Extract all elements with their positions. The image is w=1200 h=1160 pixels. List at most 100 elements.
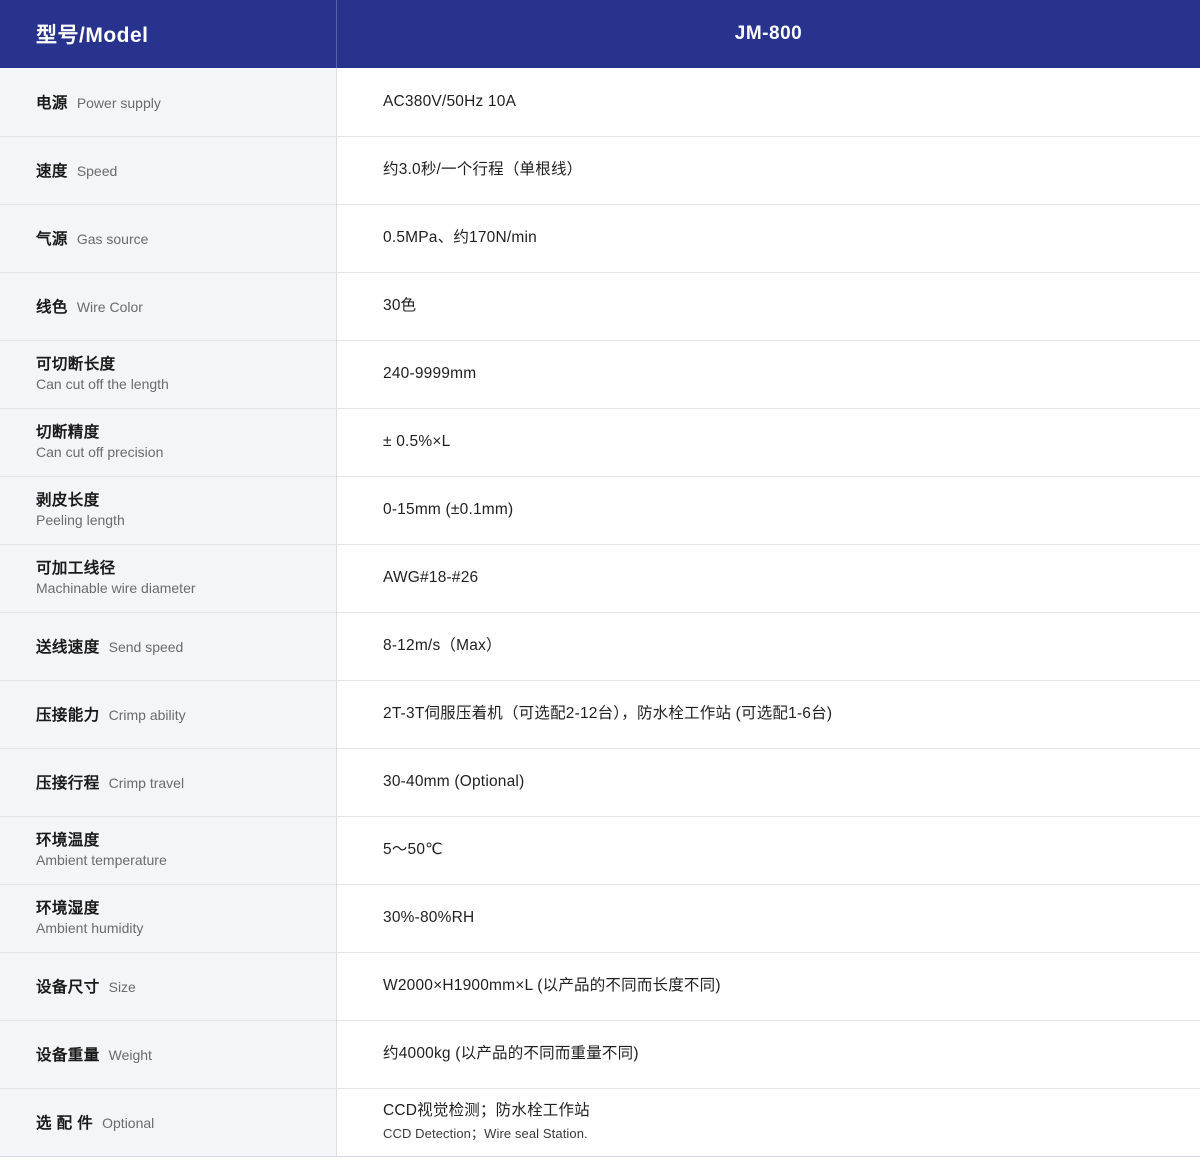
header-row: 型号/Model JM-800	[0, 0, 1200, 68]
spec-value-text: 30%-80%RH	[383, 909, 474, 926]
spec-value-cell: 30%-80%RH	[337, 884, 1200, 952]
spec-value-cell: CCD视觉检测；防水栓工作站CCD Detection；Wire seal St…	[337, 1088, 1200, 1156]
spec-label-en: Ambient temperature	[36, 851, 318, 869]
table-row: 电源 Power supply AC380V/50Hz 10A	[0, 68, 1200, 136]
table-row: 可切断长度Can cut off the length 240-9999mm	[0, 340, 1200, 408]
spec-value-text: 240-9999mm	[383, 365, 476, 382]
spec-value-cell: 2T-3T伺服压着机（可选配2-12台），防水栓工作站 (可选配1-6台)	[337, 680, 1200, 748]
specification-table: 型号/Model JM-800 电源 Power supply AC380V/50H…	[0, 0, 1200, 1157]
spec-label-en: Wire Color	[77, 299, 143, 315]
spec-label-en: Gas source	[77, 231, 149, 247]
spec-label-cn: 送线速度	[36, 639, 100, 656]
spec-value-text: CCD视觉检测；防水栓工作站	[383, 1100, 1176, 1122]
spec-value-text: 8-12m/s（Max）	[383, 637, 502, 654]
spec-value-text: 约3.0秒/一个行程（单根线）	[383, 161, 582, 178]
spec-label-cell: 选 配 件Optional	[0, 1088, 337, 1156]
spec-label-en: Optional	[102, 1115, 154, 1131]
spec-label-cell: 环境温度Ambient temperature	[0, 816, 337, 884]
spec-value-cell: 240-9999mm	[337, 340, 1200, 408]
header-label-column: 型号/Model	[0, 0, 337, 68]
spec-label-cell: 环境湿度Ambient humidity	[0, 884, 337, 952]
table-body: 电源 Power supply AC380V/50Hz 10A 速度 Speed 约3.0…	[0, 68, 1200, 1156]
spec-label-cn: 气源	[36, 231, 68, 248]
spec-label-en: Send speed	[109, 639, 184, 655]
table-row: 环境温度Ambient temperature 5～50℃	[0, 816, 1200, 884]
table-row: 压接行程 Crimp travel 30-40mm (Optional)	[0, 748, 1200, 816]
table-row: 剥皮长度Peeling length 0-15mm (±0.1mm)	[0, 476, 1200, 544]
spec-label-cn: 电源	[36, 95, 68, 112]
spec-label-cn: 切断精度	[36, 422, 318, 443]
spec-label-en: Speed	[77, 163, 117, 179]
spec-value-cell: 5～50℃	[337, 816, 1200, 884]
spec-label-cn: 剥皮长度	[36, 490, 318, 511]
spec-value-cell: 30色	[337, 272, 1200, 340]
spec-label-cell: 速度 Speed	[0, 136, 337, 204]
spec-label-en: Power supply	[77, 95, 161, 111]
spec-label-cn: 可切断长度	[36, 354, 318, 375]
spec-label-cell: 送线速度 Send speed	[0, 612, 337, 680]
spec-value-cell: 约3.0秒/一个行程（单根线）	[337, 136, 1200, 204]
spec-label-cn: 压接行程	[36, 775, 100, 792]
spec-label-cn: 环境温度	[36, 830, 318, 851]
spec-label-cell: 线色 Wire Color	[0, 272, 337, 340]
spec-value-cell: 30-40mm (Optional)	[337, 748, 1200, 816]
spec-label-cn: 速度	[36, 163, 68, 180]
table-row: 设备尺寸 Size W2000×H1900mm×L (以产品的不同而长度不同)	[0, 952, 1200, 1020]
spec-value-text: AWG#18-#26	[383, 569, 478, 586]
table-row: 气源 Gas source 0.5MPa、约170N/min	[0, 204, 1200, 272]
spec-label-en: Machinable wire diameter	[36, 579, 318, 597]
spec-label-cell: 电源 Power supply	[0, 68, 337, 136]
spec-value-text: W2000×H1900mm×L (以产品的不同而长度不同)	[383, 977, 721, 994]
table-row: 压接能力 Crimp ability 2T-3T伺服压着机（可选配2-12台），防水…	[0, 680, 1200, 748]
spec-label-cn: 环境湿度	[36, 898, 318, 919]
spec-label-cell: 切断精度Can cut off precision	[0, 408, 337, 476]
spec-value-subtext: CCD Detection；Wire seal Station.	[383, 1124, 1176, 1144]
spec-label-en: Ambient humidity	[36, 919, 318, 937]
spec-value-text: 0.5MPa、约170N/min	[383, 229, 537, 246]
spec-value-cell: 约4000kg (以产品的不同而重量不同)	[337, 1020, 1200, 1088]
spec-value-text: 30-40mm (Optional)	[383, 773, 524, 790]
spec-label-en: Weight	[109, 1047, 152, 1063]
table-row: 速度 Speed 约3.0秒/一个行程（单根线）	[0, 136, 1200, 204]
spec-value-text: ± 0.5%×L	[383, 433, 450, 450]
spec-label-cn: 压接能力	[36, 707, 100, 724]
spec-label-en: Crimp ability	[109, 707, 186, 723]
spec-value-cell: 0-15mm (±0.1mm)	[337, 476, 1200, 544]
spec-label-cn: 线色	[36, 299, 68, 316]
spec-label-cell: 可切断长度Can cut off the length	[0, 340, 337, 408]
spec-label-cn: 设备尺寸	[36, 979, 100, 996]
spec-label-en: Peeling length	[36, 511, 318, 529]
spec-label-en: Can cut off precision	[36, 443, 318, 461]
spec-value-cell: AWG#18-#26	[337, 544, 1200, 612]
spec-value-text: 30色	[383, 297, 416, 314]
spec-label-cell: 设备尺寸 Size	[0, 952, 337, 1020]
spec-label-cn: 设备重量	[36, 1047, 100, 1064]
spec-label-cell: 气源 Gas source	[0, 204, 337, 272]
spec-label-cell: 设备重量 Weight	[0, 1020, 337, 1088]
spec-value-cell: W2000×H1900mm×L (以产品的不同而长度不同)	[337, 952, 1200, 1020]
spec-label-cell: 压接能力 Crimp ability	[0, 680, 337, 748]
table-row: 送线速度 Send speed 8-12m/s（Max）	[0, 612, 1200, 680]
spec-label-en: Crimp travel	[109, 775, 184, 791]
spec-value-text: 0-15mm (±0.1mm)	[383, 501, 513, 518]
header-model-name: JM-800	[337, 0, 1200, 68]
spec-value-text: 约4000kg (以产品的不同而重量不同)	[383, 1045, 639, 1062]
spec-label-cell: 可加工线径Machinable wire diameter	[0, 544, 337, 612]
spec-label-cell: 压接行程 Crimp travel	[0, 748, 337, 816]
spec-value-cell: 0.5MPa、约170N/min	[337, 204, 1200, 272]
spec-value-text: 2T-3T伺服压着机（可选配2-12台），防水栓工作站 (可选配1-6台)	[383, 705, 832, 722]
table-row: 设备重量 Weight 约4000kg (以产品的不同而重量不同)	[0, 1020, 1200, 1088]
table-row: 切断精度Can cut off precision ± 0.5%×L	[0, 408, 1200, 476]
spec-value-text: 5～50℃	[383, 841, 443, 858]
spec-value-cell: ± 0.5%×L	[337, 408, 1200, 476]
table-row: 可加工线径Machinable wire diameter AWG#18-#26	[0, 544, 1200, 612]
spec-value-cell: 8-12m/s（Max）	[337, 612, 1200, 680]
table-row: 选 配 件OptionalCCD视觉检测；防水栓工作站CCD Detection…	[0, 1088, 1200, 1156]
spec-label-en: Size	[109, 979, 136, 995]
table-row: 线色 Wire Color 30色	[0, 272, 1200, 340]
spec-label-en: Can cut off the length	[36, 375, 318, 393]
spec-label-cell: 剥皮长度Peeling length	[0, 476, 337, 544]
spec-value-cell: AC380V/50Hz 10A	[337, 68, 1200, 136]
spec-value-text: AC380V/50Hz 10A	[383, 93, 516, 110]
spec-label-cn: 可加工线径	[36, 558, 318, 579]
